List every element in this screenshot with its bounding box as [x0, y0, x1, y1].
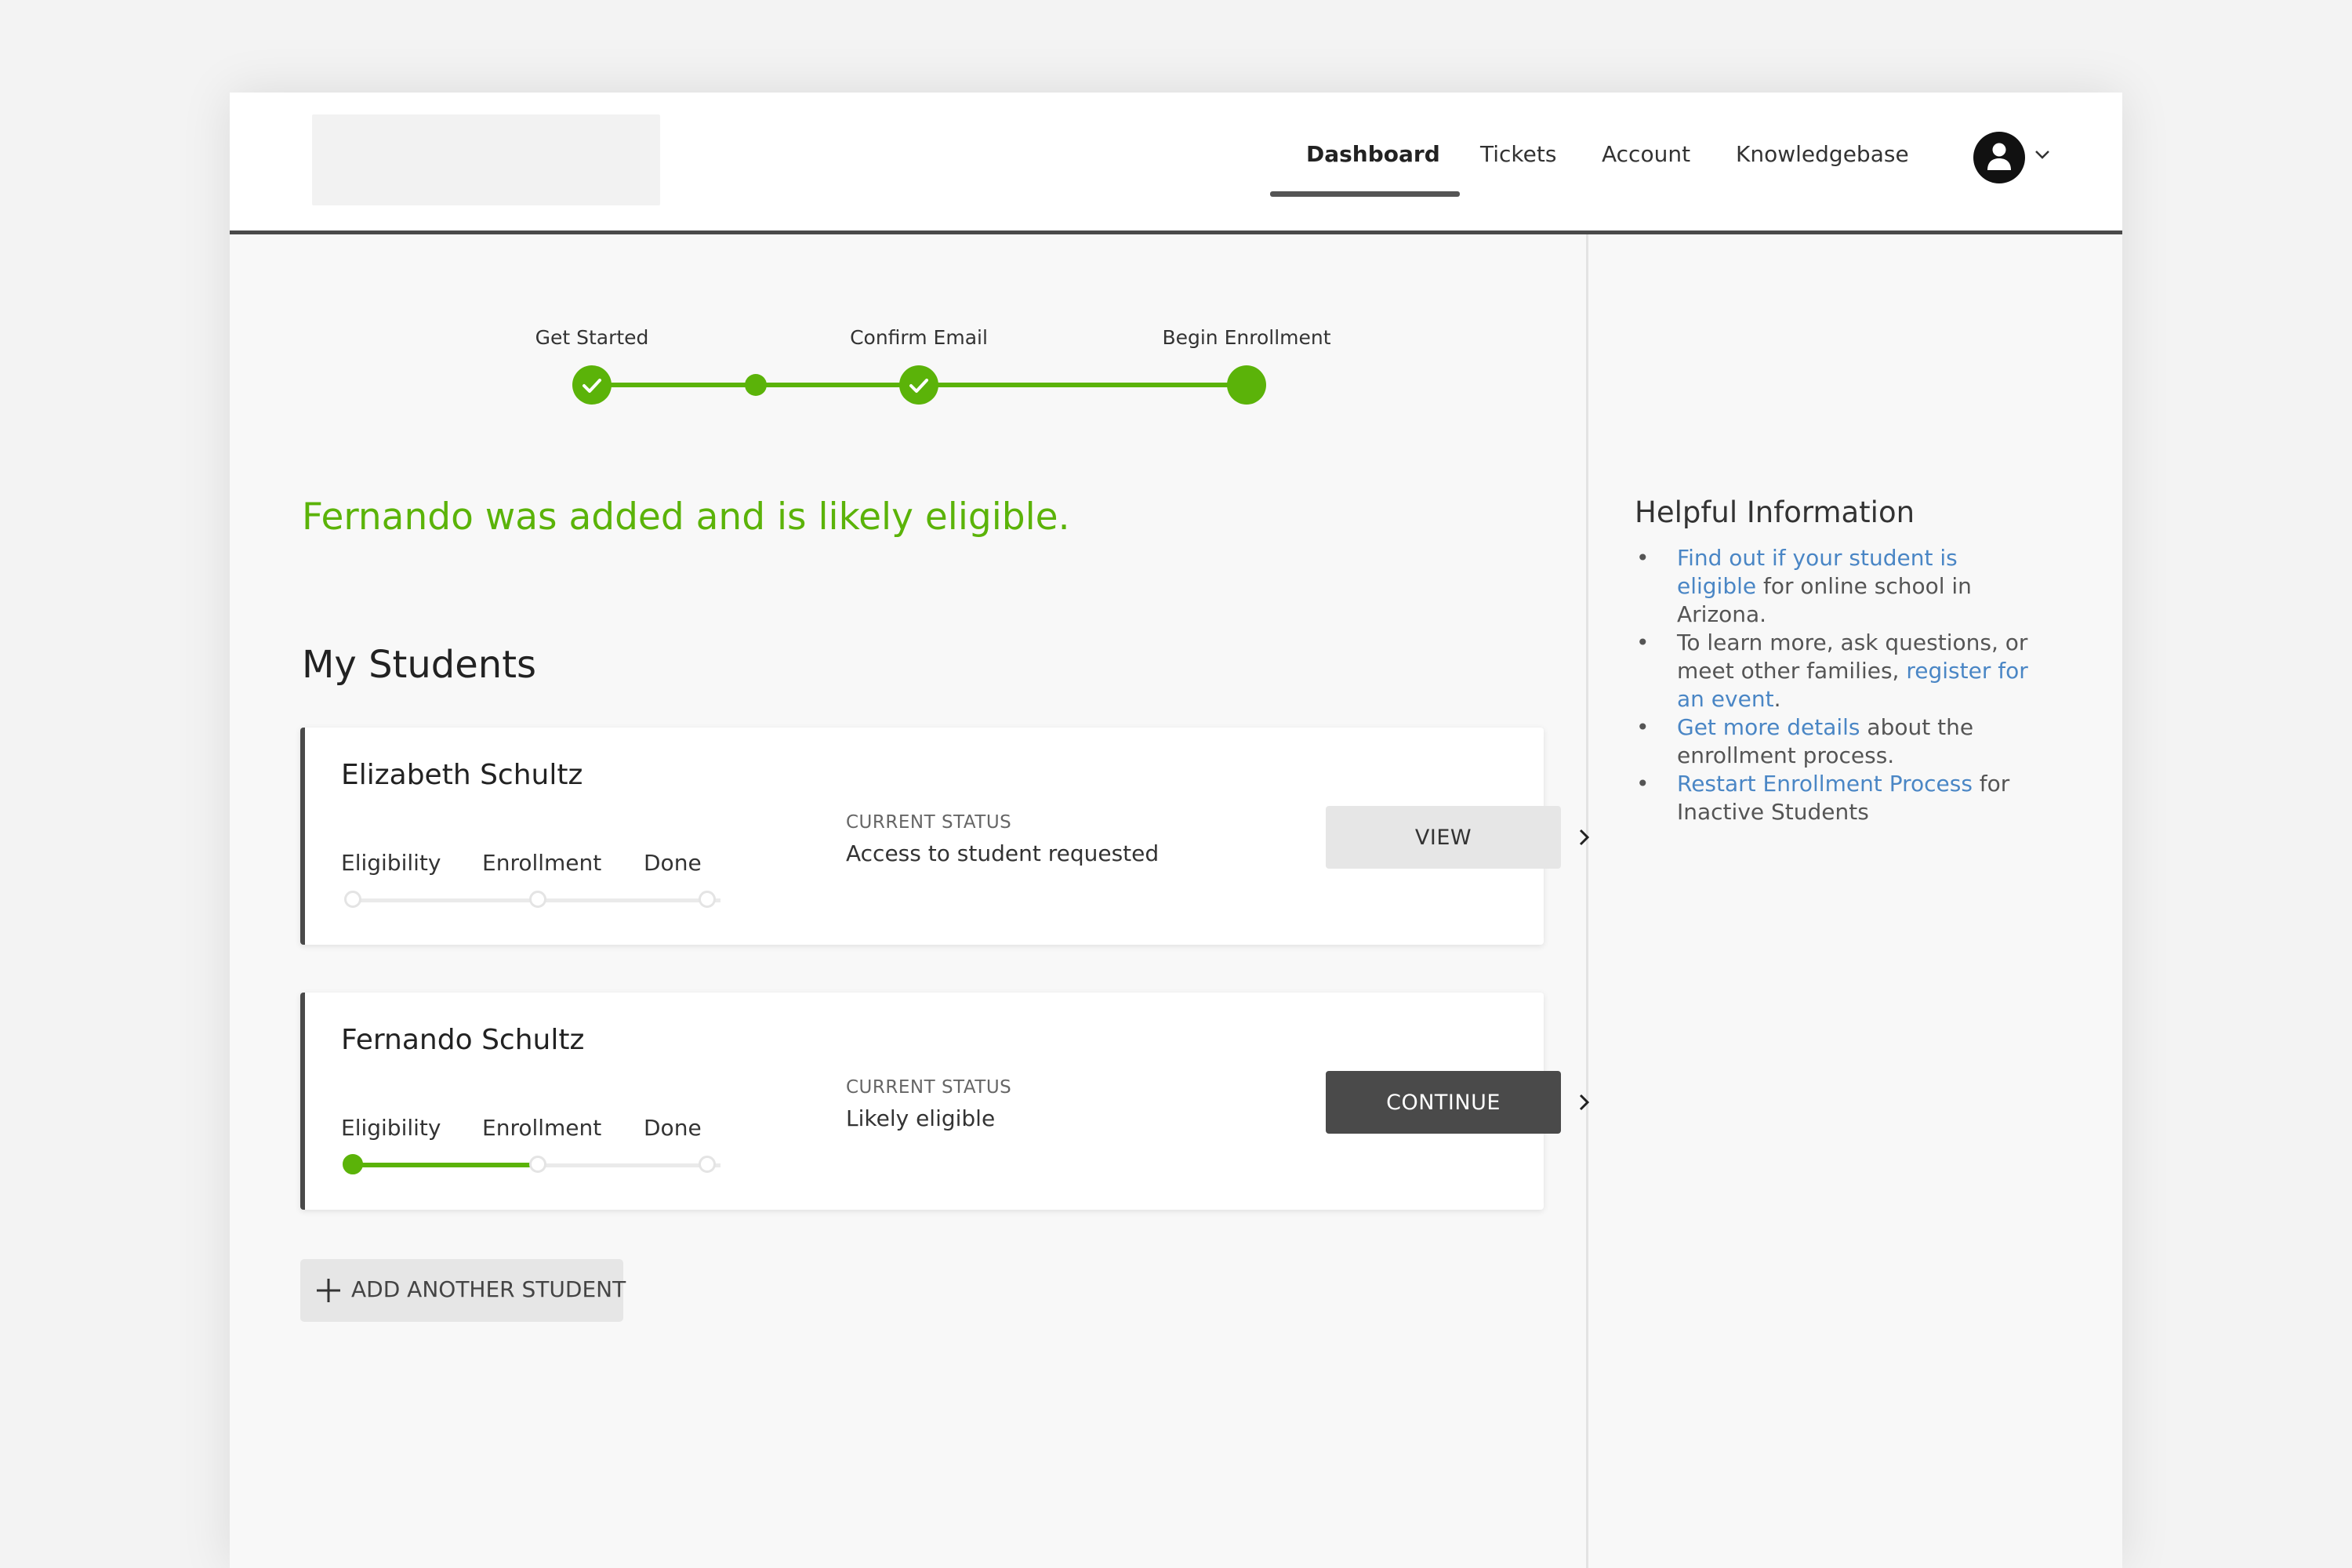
- step-complete-check-icon: [899, 365, 938, 405]
- continue-button[interactable]: CONTINUE: [1326, 1071, 1561, 1134]
- helpful-information-list: • Find out if your student is eligible f…: [1635, 544, 2042, 826]
- add-another-student-button[interactable]: ADD ANOTHER STUDENT: [300, 1259, 626, 1322]
- restart-enrollment-link[interactable]: Restart Enrollment Process: [1677, 771, 1973, 797]
- help-item-text: .: [1773, 686, 1781, 712]
- success-message: Fernando was added and is likely eligibl…: [302, 495, 1070, 539]
- step-complete-check-icon: [572, 365, 612, 405]
- progress-dot-eligibility: [344, 891, 361, 908]
- step-label-get-started: Get Started: [535, 326, 649, 349]
- my-students-title: My Students: [302, 643, 537, 687]
- student-name: Fernando Schultz: [341, 1024, 585, 1056]
- status-label: CURRENT STATUS: [846, 812, 1012, 833]
- progress-label-eligibility: Eligibility: [341, 1115, 441, 1141]
- plus-icon: [317, 1279, 340, 1302]
- nav-dashboard[interactable]: Dashboard: [1306, 141, 1440, 167]
- nav-tickets[interactable]: Tickets: [1480, 141, 1556, 167]
- progress-label-done: Done: [644, 1115, 702, 1141]
- student-name: Elizabeth Schultz: [341, 759, 583, 791]
- chevron-down-icon: [2035, 151, 2049, 159]
- step-intermediate-dot: [745, 374, 767, 396]
- progress-label-done: Done: [644, 850, 702, 876]
- progress-dot-eligibility: [343, 1154, 363, 1174]
- view-button[interactable]: VIEW: [1326, 806, 1561, 869]
- nav-knowledgebase[interactable]: Knowledgebase: [1736, 141, 1909, 167]
- status-label: CURRENT STATUS: [846, 1077, 1012, 1098]
- add-another-student-label: ADD ANOTHER STUDENT: [351, 1276, 626, 1302]
- user-menu[interactable]: [1973, 132, 2052, 183]
- helpful-information-title: Helpful Information: [1635, 495, 1915, 529]
- chevron-right-icon[interactable]: [1577, 827, 1592, 848]
- progress-label-enrollment: Enrollment: [482, 1115, 602, 1141]
- help-item: • Find out if your student is eligible f…: [1636, 545, 1972, 627]
- progress-dot-enrollment: [529, 1156, 546, 1173]
- step-label-begin-enrollment: Begin Enrollment: [1162, 326, 1331, 349]
- progress-dot-enrollment: [529, 891, 546, 908]
- nav-account[interactable]: Account: [1602, 141, 1690, 167]
- student-card: Elizabeth Schultz Eligibility Enrollment…: [300, 728, 1590, 945]
- get-more-details-link[interactable]: Get more details: [1677, 714, 1860, 740]
- sidebar-divider: [1586, 234, 1588, 1568]
- help-item: • To learn more, ask questions, or meet …: [1636, 630, 2028, 712]
- user-avatar-icon: [1973, 132, 2025, 183]
- step-label-confirm-email: Confirm Email: [850, 326, 988, 349]
- logo-placeholder: [312, 114, 660, 205]
- progress-label-eligibility: Eligibility: [341, 850, 441, 876]
- step-current-dot: [1227, 365, 1266, 405]
- progress-dot-done: [699, 891, 716, 908]
- progress-fill: [352, 1163, 537, 1167]
- top-header: Dashboard Tickets Account Knowledgebase: [230, 93, 2122, 234]
- progress-label-enrollment: Enrollment: [482, 850, 602, 876]
- status-value: Access to student requested: [846, 840, 1160, 866]
- status-value: Likely eligible: [846, 1105, 996, 1131]
- app-window: Dashboard Tickets Account Knowledgebase …: [230, 93, 2122, 1568]
- help-item: • Restart Enrollment Process for Inactiv…: [1636, 771, 2010, 825]
- chevron-right-icon[interactable]: [1577, 1092, 1592, 1112]
- help-item: • Get more details about the enrollment …: [1636, 714, 1974, 768]
- progress-dot-done: [699, 1156, 716, 1173]
- student-card: Fernando Schultz Eligibility Enrollment …: [300, 993, 1590, 1210]
- nav-active-indicator: [1270, 191, 1460, 197]
